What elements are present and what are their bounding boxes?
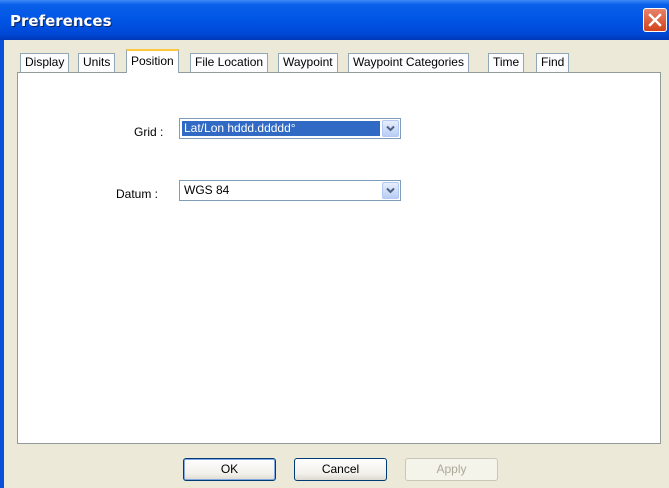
tab-units[interactable]: Units bbox=[78, 53, 116, 72]
close-button[interactable] bbox=[643, 8, 667, 32]
window-title: Preferences bbox=[10, 12, 112, 30]
datum-label: Datum : bbox=[116, 187, 159, 201]
ok-button[interactable]: OK bbox=[183, 458, 276, 481]
tab-label: File Location bbox=[195, 55, 264, 69]
tab-label: Waypoint Categories bbox=[353, 55, 464, 69]
window-border bbox=[0, 40, 4, 488]
title-bar[interactable]: Preferences bbox=[0, 0, 669, 40]
tab-waypoint-categories[interactable]: Waypoint Categories bbox=[348, 53, 469, 72]
tab-label: Find bbox=[541, 55, 565, 69]
datum-select[interactable]: WGS 84 bbox=[179, 180, 401, 201]
grid-select-value: Lat/Lon hddd.ddddd° bbox=[182, 121, 380, 136]
chevron-down-icon bbox=[386, 125, 395, 132]
tab-label: Display bbox=[25, 55, 65, 69]
datum-dropdown-button[interactable] bbox=[382, 182, 399, 199]
chevron-down-icon bbox=[386, 187, 395, 194]
tab-label: Units bbox=[83, 55, 111, 69]
cancel-button[interactable]: Cancel bbox=[294, 458, 387, 481]
tab-label: Waypoint bbox=[283, 55, 333, 69]
position-tab-panel: Grid : Lat/Lon hddd.ddddd° Datum : WGS 8… bbox=[17, 72, 661, 444]
tab-display[interactable]: Display bbox=[20, 53, 70, 72]
preferences-dialog: Preferences Display Units Position File … bbox=[0, 0, 669, 488]
tab-label: Time bbox=[493, 55, 520, 69]
tab-time[interactable]: Time bbox=[488, 53, 525, 72]
tab-position[interactable]: Position bbox=[126, 49, 179, 73]
tab-file-location[interactable]: File Location bbox=[190, 53, 269, 72]
grid-label: Grid : bbox=[134, 125, 164, 139]
tab-waypoint[interactable]: Waypoint bbox=[278, 53, 338, 72]
tab-label: Position bbox=[131, 54, 174, 68]
grid-dropdown-button[interactable] bbox=[382, 120, 399, 137]
apply-button[interactable]: Apply bbox=[405, 458, 498, 481]
grid-select[interactable]: Lat/Lon hddd.ddddd° bbox=[179, 118, 401, 139]
datum-select-value: WGS 84 bbox=[184, 183, 230, 197]
close-icon bbox=[648, 13, 662, 27]
tab-find[interactable]: Find bbox=[536, 53, 570, 72]
